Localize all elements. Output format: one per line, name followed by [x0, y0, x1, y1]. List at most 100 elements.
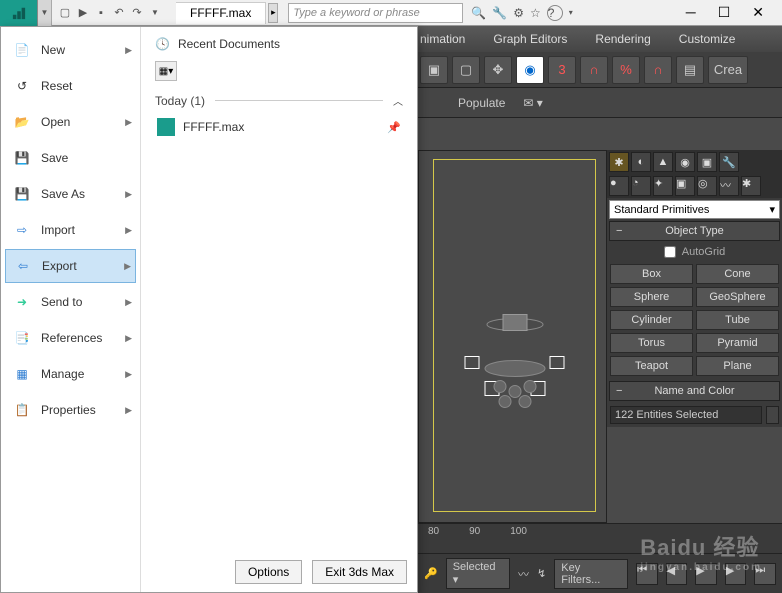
- recent-file-item[interactable]: FFFFF.max 📌: [155, 112, 403, 142]
- prim-plane[interactable]: Plane: [696, 356, 779, 376]
- menu-send-to[interactable]: ➜ Send to ▶: [5, 285, 136, 319]
- pin-icon[interactable]: 📌: [387, 121, 401, 134]
- menu-send-to-label: Send to: [41, 295, 82, 309]
- tool-btn-2[interactable]: ▢: [452, 56, 480, 84]
- key-filters-button[interactable]: Key Filters...: [554, 559, 628, 589]
- color-swatch[interactable]: [766, 406, 779, 424]
- help-icon[interactable]: ?: [547, 5, 563, 21]
- close-button[interactable]: ✕: [752, 4, 764, 21]
- autogrid-checkbox[interactable]: [664, 246, 676, 258]
- lights-icon[interactable]: ✦: [653, 176, 673, 196]
- recent-today-header[interactable]: Today (1) ︿: [155, 93, 403, 108]
- binoculars-icon[interactable]: 🔍: [471, 6, 486, 20]
- menu-graph-editors[interactable]: Graph Editors: [493, 32, 567, 46]
- play-end-icon[interactable]: ⏭: [754, 563, 776, 585]
- play-icon[interactable]: ▶: [695, 563, 717, 585]
- submenu-arrow-icon: ▶: [125, 369, 132, 380]
- percent-snap-icon[interactable]: %: [612, 56, 640, 84]
- redo-icon[interactable]: ↷: [130, 6, 144, 20]
- prim-cone[interactable]: Cone: [696, 264, 779, 284]
- play-start-icon[interactable]: ⏮: [636, 563, 658, 585]
- cameras-icon[interactable]: ▣: [675, 176, 695, 196]
- prim-pyramid[interactable]: Pyramid: [696, 333, 779, 353]
- app-menu-button[interactable]: [0, 0, 38, 26]
- timeline[interactable]: 80 90 100: [418, 523, 782, 553]
- motion-tab-icon[interactable]: ◉: [675, 152, 695, 172]
- hierarchy-tab-icon[interactable]: ▲: [653, 152, 673, 172]
- object-name-field[interactable]: [610, 406, 762, 424]
- help-dropdown-icon[interactable]: ▾: [569, 8, 573, 17]
- search-input[interactable]: Type a keyword or phrase: [288, 3, 463, 23]
- menu-new[interactable]: 📄 New ▶: [5, 33, 136, 67]
- save-icon[interactable]: ▪: [94, 6, 108, 20]
- ribbon-envelope-icon[interactable]: ✉ ▾: [523, 96, 542, 110]
- create-btn-icon[interactable]: Crea: [708, 56, 748, 84]
- prim-teapot[interactable]: Teapot: [610, 356, 693, 376]
- undo-icon[interactable]: ↶: [112, 6, 126, 20]
- shapes-icon[interactable]: ◔: [631, 176, 651, 196]
- menu-save-as[interactable]: 💾 Save As ▶: [5, 177, 136, 211]
- prim-torus[interactable]: Torus: [610, 333, 693, 353]
- new-file-icon[interactable]: ▢: [58, 6, 72, 20]
- exit-button[interactable]: Exit 3ds Max: [312, 560, 407, 584]
- qa-dropdown-icon[interactable]: ▼: [148, 6, 162, 20]
- ribbon-populate[interactable]: Populate: [458, 96, 505, 110]
- collapse-caret-icon[interactable]: ︿: [393, 93, 403, 108]
- menu-open[interactable]: 📂 Open ▶: [5, 105, 136, 139]
- menu-animation[interactable]: nimation: [420, 32, 465, 46]
- selection-set-dropdown[interactable]: Selected ▾: [446, 558, 510, 589]
- viewport[interactable]: [418, 150, 607, 523]
- link-icon[interactable]: ⚙: [513, 6, 524, 20]
- menu-save[interactable]: 💾 Save: [5, 141, 136, 175]
- menu-export[interactable]: ⇦ Export ▶: [5, 249, 136, 283]
- menu-reset[interactable]: ↺ Reset: [5, 69, 136, 103]
- prim-cylinder[interactable]: Cylinder: [610, 310, 693, 330]
- spacewarps-icon[interactable]: 〰: [719, 176, 739, 196]
- status-key-icon[interactable]: 🔑: [424, 567, 438, 580]
- filter-icon[interactable]: ↯: [537, 567, 546, 580]
- app-menu-dropdown-arrow[interactable]: ▼: [38, 0, 52, 26]
- star-icon[interactable]: ☆: [530, 6, 541, 20]
- menu-properties[interactable]: 📋 Properties ▶: [5, 393, 136, 427]
- ribbon-subbar: Populate ✉ ▾: [418, 88, 782, 118]
- modify-tab-icon[interactable]: ◐: [631, 152, 651, 172]
- recent-view-toggle[interactable]: ▦▾: [155, 61, 177, 81]
- menu-manage[interactable]: ▦ Manage ▶: [5, 357, 136, 391]
- tool-icon[interactable]: 🔧: [492, 6, 507, 20]
- prim-geosphere[interactable]: GeoSphere: [696, 287, 779, 307]
- object-type-rollout-header[interactable]: − Object Type: [609, 221, 780, 241]
- helpers-icon[interactable]: ◎: [697, 176, 717, 196]
- file-tab[interactable]: FFFFF.max: [176, 2, 266, 24]
- move-tool-icon[interactable]: ✥: [484, 56, 512, 84]
- tool-btn-1[interactable]: ▣: [420, 56, 448, 84]
- primitive-category-dropdown[interactable]: Standard Primitives ▾: [609, 200, 780, 219]
- tab-overflow-icon[interactable]: ▸: [268, 3, 278, 23]
- systems-icon[interactable]: ✱: [741, 176, 761, 196]
- maximize-button[interactable]: ☐: [718, 4, 731, 21]
- save-as-icon: 💾: [11, 184, 33, 204]
- geometry-icon[interactable]: ●: [609, 176, 629, 196]
- minimize-button[interactable]: ─: [686, 4, 696, 21]
- create-tab-icon[interactable]: ✱: [609, 152, 629, 172]
- snap-icon[interactable]: ∩: [644, 56, 672, 84]
- snap-3-icon[interactable]: 3: [548, 56, 576, 84]
- display-tab-icon[interactable]: ▣: [697, 152, 717, 172]
- curve-icon[interactable]: 〰: [518, 566, 529, 582]
- prim-tube[interactable]: Tube: [696, 310, 779, 330]
- menu-rendering[interactable]: Rendering: [595, 32, 650, 46]
- prim-box[interactable]: Box: [610, 264, 693, 284]
- utilities-tab-icon[interactable]: 🔧: [719, 152, 739, 172]
- menu-customize[interactable]: Customize: [679, 32, 736, 46]
- open-file-icon[interactable]: ▶: [76, 6, 90, 20]
- scene-objects[interactable]: [455, 306, 575, 421]
- name-color-rollout-header[interactable]: − Name and Color: [609, 381, 780, 401]
- named-sel-icon[interactable]: ▤: [676, 56, 704, 84]
- rotate-tool-icon[interactable]: ◉: [516, 56, 544, 84]
- angle-snap-icon[interactable]: ∩: [580, 56, 608, 84]
- prim-sphere[interactable]: Sphere: [610, 287, 693, 307]
- menu-import[interactable]: ⇨ Import ▶: [5, 213, 136, 247]
- play-next-icon[interactable]: ▶: [725, 563, 747, 585]
- menu-references[interactable]: 📑 References ▶: [5, 321, 136, 355]
- options-button[interactable]: Options: [235, 560, 302, 584]
- play-prev-icon[interactable]: ◀: [666, 563, 688, 585]
